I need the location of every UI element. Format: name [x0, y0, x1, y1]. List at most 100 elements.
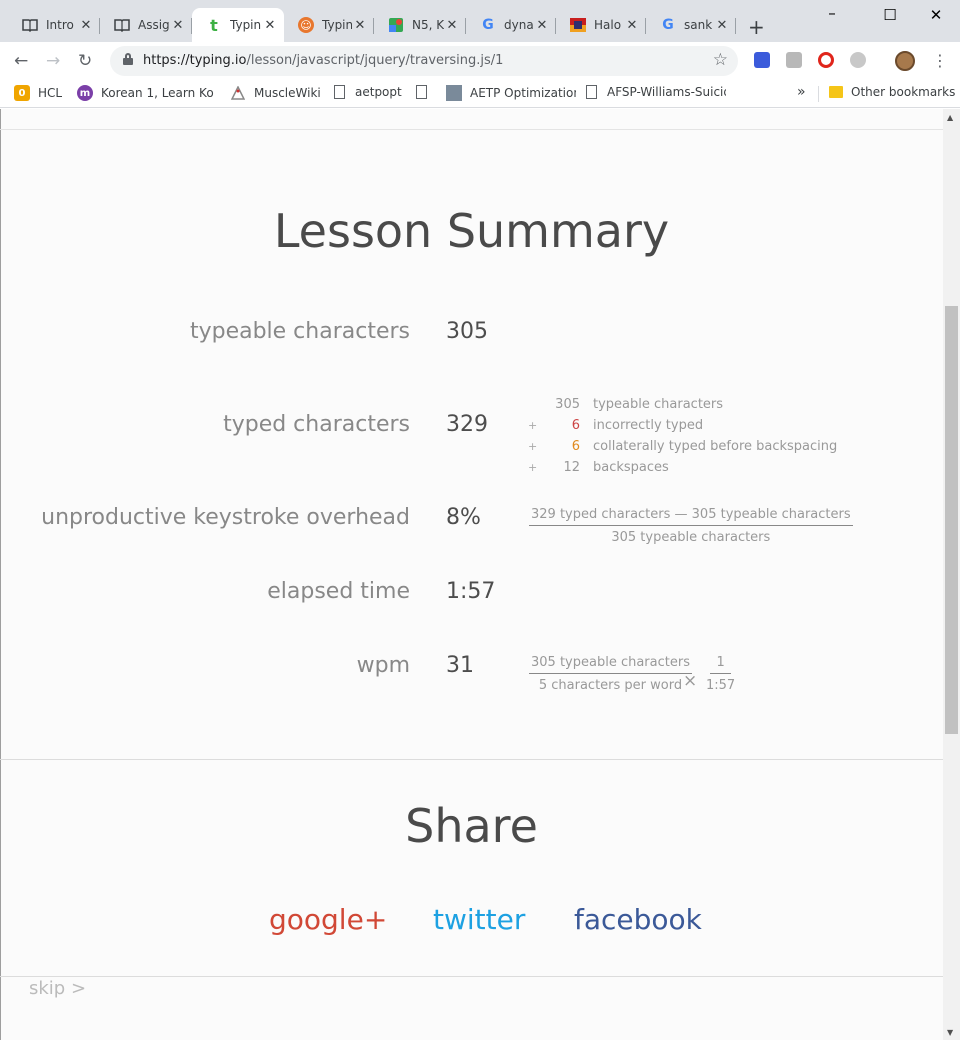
- breakdown-row: 305 typeable characters: [528, 394, 837, 415]
- maps-icon: [388, 17, 404, 33]
- breakdown-op: +: [528, 461, 538, 474]
- bookmark-aetpopt[interactable]: aetpopt: [334, 85, 414, 99]
- back-icon[interactable]: ←: [14, 51, 28, 71]
- breakdown-num: 12: [563, 460, 580, 475]
- lesson-summary-title: Lesson Summary: [273, 204, 670, 258]
- close-icon[interactable]: ✕: [534, 18, 550, 33]
- circle-extension-icon[interactable]: [850, 52, 866, 68]
- scrollbar-thumb[interactable]: [945, 306, 958, 734]
- breakdown-text: typeable characters: [593, 397, 724, 412]
- breakdown-num: 305: [555, 397, 580, 412]
- opera-extension-icon[interactable]: [818, 52, 834, 68]
- halo-icon: [570, 17, 586, 33]
- musclewiki-icon: [230, 85, 246, 101]
- bookmark-untitled[interactable]: [416, 85, 440, 99]
- wpm-fraction-1: 305 typeable characters 5 characters per…: [529, 655, 692, 693]
- breakdown-row: + 6 incorrectly typed: [528, 415, 837, 436]
- typed-label: typed characters: [223, 412, 410, 437]
- close-icon[interactable]: ✕: [444, 18, 460, 33]
- book-icon: [114, 17, 130, 33]
- breakdown-row: + 6 collaterally typed before backspacin…: [528, 436, 837, 457]
- close-icon[interactable]: ✕: [170, 18, 186, 33]
- google-icon: G: [482, 17, 494, 33]
- close-icon[interactable]: ✕: [262, 18, 278, 33]
- elapsed-label: elapsed time: [267, 579, 410, 604]
- close-window-icon[interactable]: ✕: [926, 6, 946, 24]
- forward-icon[interactable]: →: [46, 51, 60, 71]
- tab-google-dyna[interactable]: G dyna ✕: [466, 8, 556, 42]
- google-icon: G: [662, 17, 674, 33]
- overhead-value: 8%: [446, 505, 481, 530]
- tab-halo[interactable]: Halo ✕: [556, 8, 646, 42]
- wpm-frac2-denominator: 1:57: [706, 678, 736, 693]
- overhead-numerator: 329 typed characters — 305 typeable char…: [529, 507, 853, 526]
- overhead-label: unproductive keystroke overhead: [41, 505, 410, 530]
- skip-link[interactable]: skip >: [29, 978, 86, 999]
- tab-title: Intro: [46, 18, 74, 32]
- facebook-share-link[interactable]: facebook: [574, 903, 702, 936]
- bookmark-afsp[interactable]: AFSP-Williams-Suicid: [586, 85, 726, 99]
- bookmarks-separator: [818, 86, 819, 102]
- close-icon[interactable]: ✕: [352, 18, 368, 33]
- page-scrollbar[interactable]: ▲ ▼: [943, 109, 960, 1040]
- tab-assig[interactable]: Assig ✕: [100, 8, 192, 42]
- lock-icon: [123, 53, 133, 65]
- close-icon[interactable]: ✕: [714, 18, 730, 33]
- typeable-label: typeable characters: [189, 319, 410, 344]
- page-content: Lesson Summary typeable characters 305 t…: [0, 109, 943, 1040]
- bookmark-musclewiki[interactable]: MuscleWiki: [230, 85, 330, 101]
- typeable-value: 305: [446, 319, 488, 344]
- folder-icon: [829, 86, 843, 98]
- wpm-fraction-2: 1 1:57: [706, 655, 735, 693]
- eye-extension-icon[interactable]: [754, 52, 770, 68]
- bookmark-star-icon[interactable]: ☆: [713, 50, 728, 70]
- bookmark-korean[interactable]: m Korean 1, Learn Korea: [77, 85, 214, 101]
- url-path: /lesson/javascript/jquery/traversing.js/…: [246, 53, 504, 68]
- typed-breakdown: 305 typeable characters + 6 incorrectly …: [528, 394, 837, 478]
- google-plus-share-link[interactable]: google+: [269, 903, 387, 936]
- bookmark-label: HCL: [38, 86, 63, 100]
- tab-title: Typin: [230, 18, 262, 32]
- close-icon[interactable]: ✕: [78, 18, 94, 33]
- scroll-up-arrow-icon[interactable]: ▲: [947, 113, 953, 122]
- bookmark-hcl[interactable]: 0 HCL: [14, 85, 66, 101]
- tab-typing-active[interactable]: t Typin ✕: [192, 8, 284, 42]
- more-menu-icon[interactable]: ⋮: [932, 51, 948, 70]
- tab-maps[interactable]: N5, K ✕: [374, 8, 466, 42]
- grey-extension-icon[interactable]: [786, 52, 802, 68]
- tab-google-sank[interactable]: G sank ✕: [646, 8, 736, 42]
- tab-typing-2[interactable]: ☺ Typin ✕: [284, 8, 374, 42]
- more-bookmarks-chevron-icon[interactable]: »: [797, 84, 806, 100]
- wpm-value: 31: [446, 653, 474, 678]
- address-bar[interactable]: https://typing.io/lesson/javascript/jque…: [110, 46, 738, 76]
- section-divider: [0, 759, 943, 760]
- bookmark-label: Other bookmarks: [851, 85, 956, 99]
- wpm-frac2-numerator: 1: [710, 655, 731, 674]
- wpm-frac1-denominator: 5 characters per word: [538, 678, 683, 693]
- breakdown-op: +: [528, 419, 538, 432]
- footer-divider: [0, 976, 943, 977]
- multiply-sign: ×: [683, 671, 698, 691]
- bookmarks-bar: 0 HCL m Korean 1, Learn Korea MuscleWiki…: [0, 80, 960, 108]
- bookmark-aetp-optimization[interactable]: AETP Optimization: [446, 85, 576, 101]
- new-tab-button[interactable]: +: [748, 15, 765, 39]
- breakdown-text: incorrectly typed: [593, 418, 704, 433]
- reload-icon[interactable]: ↻: [78, 51, 92, 71]
- overhead-fraction: 329 typed characters — 305 typeable char…: [529, 507, 853, 545]
- bookmark-other[interactable]: Other bookmarks: [829, 85, 959, 99]
- avatar[interactable]: [895, 51, 915, 71]
- tab-intro[interactable]: Intro ✕: [8, 8, 100, 42]
- breakdown-row: + 12 backspaces: [528, 457, 837, 478]
- minimize-icon[interactable]: –: [822, 4, 842, 22]
- scroll-down-arrow-icon[interactable]: ▼: [947, 1028, 953, 1037]
- orange-circle-icon: ☺: [298, 17, 314, 33]
- close-icon[interactable]: ✕: [624, 18, 640, 33]
- share-title: Share: [405, 799, 538, 853]
- hcl-icon: 0: [14, 85, 30, 101]
- twitter-share-link[interactable]: twitter: [433, 903, 525, 936]
- overhead-denominator: 305 typeable characters: [611, 530, 771, 545]
- breakdown-num: 6: [571, 418, 580, 433]
- url-text[interactable]: https://typing.io/lesson/javascript/jque…: [143, 53, 503, 68]
- maximize-icon[interactable]: ☐: [880, 6, 900, 24]
- elapsed-value: 1:57: [446, 579, 496, 604]
